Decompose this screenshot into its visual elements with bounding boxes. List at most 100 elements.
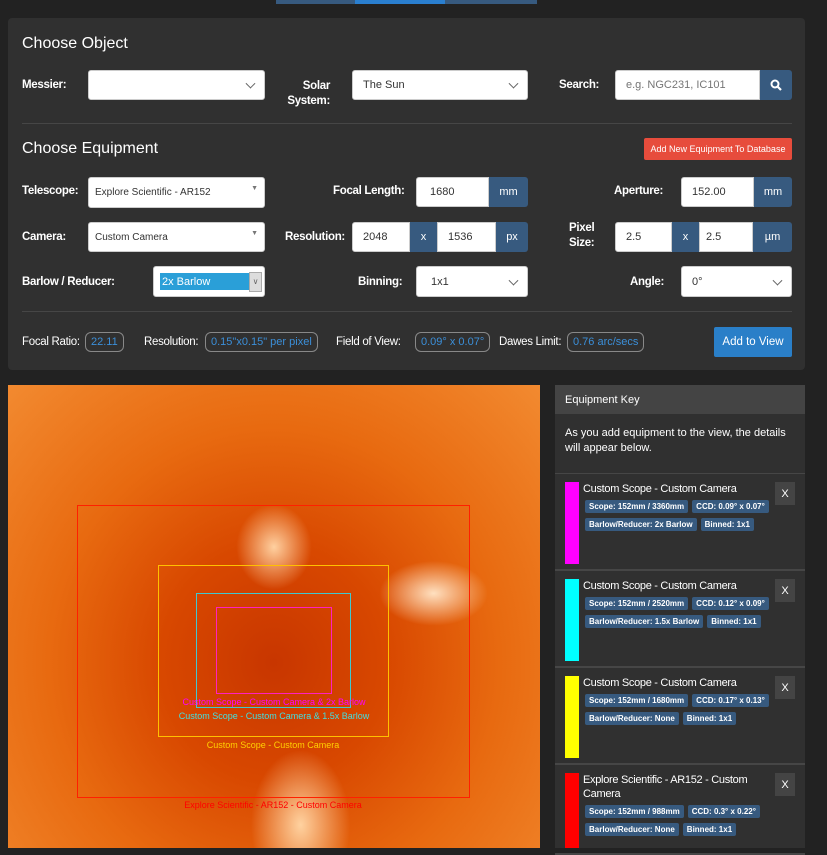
search-button[interactable] bbox=[760, 70, 792, 100]
equipment-key-item: Custom Scope - Custom Camera Scope: 152m… bbox=[555, 668, 805, 765]
item-title: Custom Scope - Custom Camera bbox=[583, 483, 737, 495]
item-title: Custom Scope - Custom Camera bbox=[583, 580, 737, 592]
item-title: Explore Scientific - AR152 - Custom Came… bbox=[583, 774, 748, 800]
barlow-tag: Barlow/Reducer: 2x Barlow bbox=[585, 518, 697, 531]
focal-length-input[interactable]: 1680 bbox=[416, 177, 489, 207]
telescope-label: Telescope: bbox=[22, 185, 79, 197]
angle-select[interactable]: 0° bbox=[681, 266, 792, 297]
overlay-label-cyan: Custom Scope - Custom Camera & 1.5x Barl… bbox=[178, 711, 370, 721]
remove-button[interactable]: X bbox=[775, 773, 795, 796]
binning-label: Binning: bbox=[358, 276, 403, 288]
equipment-key-item: Explore Scientific - AR152 - Custom Came… bbox=[555, 765, 805, 855]
pixel-x-sep: x bbox=[672, 222, 699, 252]
barlow-tag: Barlow/Reducer: None bbox=[585, 712, 679, 725]
pixel-x-input[interactable]: 2.5 bbox=[615, 222, 672, 252]
choose-equipment-title: Choose Equipment bbox=[22, 140, 159, 157]
divider bbox=[22, 311, 792, 312]
resolution-x-sep: x bbox=[410, 222, 437, 252]
binning-value: 1x1 bbox=[431, 275, 449, 288]
settings-panel: Choose Object Messier: Solar System: The … bbox=[8, 18, 805, 370]
add-new-equipment-button[interactable]: Add New Equipment To Database bbox=[644, 138, 792, 160]
scope-tag: Scope: 152mm / 1680mm bbox=[585, 694, 689, 707]
top-tab-bar[interactable] bbox=[276, 0, 537, 4]
barlow-tag: Barlow/Reducer: 1.5x Barlow bbox=[585, 615, 704, 628]
solar-system-value: The Sun bbox=[363, 79, 405, 91]
barlow-select[interactable]: 2x Barlow ∨ bbox=[153, 266, 265, 297]
barlow-tag: Barlow/Reducer: None bbox=[585, 823, 679, 836]
chevron-down-icon bbox=[772, 275, 783, 286]
dawes-label: Dawes Limit: bbox=[499, 336, 562, 348]
overlay-label-yellow: Custom Scope - Custom Camera bbox=[206, 740, 340, 750]
aperture-unit: mm bbox=[754, 177, 792, 207]
focal-length-unit: mm bbox=[489, 177, 528, 207]
focal-ratio-label: Focal Ratio: bbox=[22, 336, 80, 348]
search-input[interactable] bbox=[615, 70, 760, 100]
fov-value: 0.09° x 0.07° bbox=[415, 332, 491, 352]
camera-label: Camera: bbox=[22, 231, 66, 243]
chevron-down-icon: ∨ bbox=[249, 271, 262, 292]
resolution-stat-label: Resolution: bbox=[144, 336, 199, 348]
binned-tag: Binned: 1x1 bbox=[707, 615, 761, 628]
aperture-label: Aperture: bbox=[614, 185, 664, 197]
remove-button[interactable]: X bbox=[775, 676, 795, 699]
camera-value: Custom Camera bbox=[95, 231, 168, 243]
equipment-key-item: Custom Scope - Custom Camera Scope: 152m… bbox=[555, 474, 805, 571]
item-title: Custom Scope - Custom Camera bbox=[583, 677, 737, 689]
overlay-label-red: Explore Scientific - AR152 - Custom Came… bbox=[184, 800, 362, 810]
binned-tag: Binned: 1x1 bbox=[682, 823, 737, 836]
remove-button[interactable]: X bbox=[775, 482, 795, 505]
scope-tag: Scope: 152mm / 3360mm bbox=[585, 500, 689, 513]
equipment-key-title: Equipment Key bbox=[555, 385, 805, 414]
pixel-label-line1: Pixel bbox=[569, 222, 595, 234]
binning-select[interactable]: 1x1 bbox=[416, 266, 528, 297]
search-icon bbox=[770, 79, 782, 91]
add-to-view-button[interactable]: Add to View bbox=[714, 327, 792, 357]
binned-tag: Binned: 1x1 bbox=[700, 518, 754, 531]
focal-length-label: Focal Length: bbox=[333, 185, 405, 197]
binned-tag: Binned: 1x1 bbox=[682, 712, 737, 725]
scope-tag: Scope: 152mm / 988mm bbox=[585, 805, 684, 818]
telescope-value: Explore Scientific - AR152 bbox=[95, 187, 211, 198]
resolution-stat-value: 0.15"x0.15" per pixel bbox=[205, 332, 318, 352]
aperture-input[interactable]: 152.00 bbox=[681, 177, 754, 207]
equipment-key-item: Custom Scope - Custom Camera Scope: 152m… bbox=[555, 571, 805, 668]
overlay-label-magenta: Custom Scope - Custom Camera & 2x Barlow bbox=[182, 697, 366, 707]
resolution-label: Resolution: bbox=[285, 231, 345, 243]
resolution-x-input[interactable]: 2048 bbox=[352, 222, 410, 252]
pixel-unit: µm bbox=[753, 222, 792, 252]
messier-label: Messier: bbox=[22, 79, 67, 91]
color-swatch bbox=[565, 773, 579, 848]
solar-system-select[interactable]: The Sun bbox=[352, 70, 528, 100]
choose-object-title: Choose Object bbox=[22, 35, 128, 52]
divider bbox=[22, 123, 792, 124]
angle-label: Angle: bbox=[630, 276, 664, 288]
dawes-value: 0.76 arc/secs bbox=[567, 332, 645, 352]
solar-system-label: Solar System: bbox=[278, 79, 330, 109]
search-label: Search: bbox=[559, 79, 600, 91]
camera-select[interactable]: Custom Camera ▼ bbox=[88, 222, 265, 252]
remove-button[interactable]: X bbox=[775, 579, 795, 602]
caret-down-icon: ▼ bbox=[251, 230, 258, 237]
ccd-tag: CCD: 0.09° x 0.07° bbox=[692, 500, 769, 513]
pixel-size-label: Pixel Size: bbox=[569, 221, 595, 251]
chevron-down-icon bbox=[508, 78, 519, 89]
barlow-value: 2x Barlow bbox=[160, 273, 249, 290]
focal-ratio-value: 22.11 bbox=[85, 332, 124, 352]
scope-tag: Scope: 152mm / 2520mm bbox=[585, 597, 689, 610]
ccd-tag: CCD: 0.3° x 0.22° bbox=[687, 805, 760, 818]
color-swatch bbox=[565, 579, 579, 661]
resolution-y-input[interactable]: 1536 bbox=[437, 222, 496, 252]
overlay-rect-magenta bbox=[216, 607, 332, 694]
pixel-y-input[interactable]: 2.5 bbox=[699, 222, 753, 252]
sun-view[interactable]: Custom Scope - Custom Camera & 2x Barlow… bbox=[8, 385, 540, 848]
color-swatch bbox=[565, 676, 579, 758]
equipment-key-intro: As you add equipment to the view, the de… bbox=[555, 414, 805, 474]
ccd-tag: CCD: 0.17° x 0.13° bbox=[692, 694, 769, 707]
telescope-select[interactable]: Explore Scientific - AR152 ▼ bbox=[88, 177, 265, 208]
color-swatch bbox=[565, 482, 579, 564]
active-tab[interactable] bbox=[355, 0, 445, 4]
ccd-tag: CCD: 0.12° x 0.09° bbox=[692, 597, 769, 610]
messier-select[interactable] bbox=[88, 70, 265, 100]
caret-down-icon: ▼ bbox=[251, 185, 258, 192]
barlow-label: Barlow / Reducer: bbox=[22, 276, 115, 288]
